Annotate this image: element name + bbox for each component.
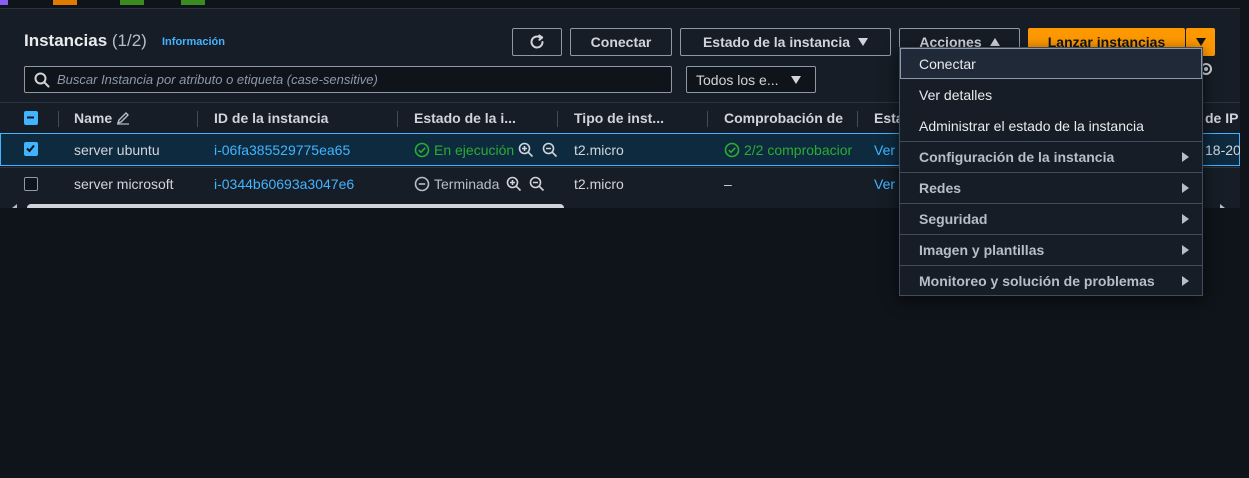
zoom-in-icon[interactable] [518,142,534,158]
state-filter-value: Todos los e... [696,71,779,88]
state-filter-select[interactable]: Todos los e... [686,66,816,93]
menu-item-label: Monitoreo y solución de problemas [919,273,1155,289]
refresh-icon [530,34,544,49]
service-shortcut-icon[interactable] [53,0,77,5]
column-divider [857,111,858,127]
ip-value: 18-20 [1205,141,1241,158]
connect-button[interactable]: Conectar [570,28,672,56]
caret-down-icon [790,75,801,84]
instance-name: server microsoft [74,175,174,192]
zoom-out-icon[interactable] [529,176,545,192]
instance-state-button[interactable]: Estado de la instancia [680,28,891,56]
column-header-ip[interactable]: de IP [1205,103,1238,133]
instance-state-label: Estado de la instancia [702,34,851,50]
page-title: Instancias (1/2) [24,31,147,51]
chevron-right-icon [1182,152,1189,162]
menu-item-manage-state[interactable]: Administrar el estado de la instancia [900,110,1202,141]
column-divider [58,111,59,127]
column-divider [197,111,198,127]
minus-circle-icon [414,176,430,191]
right-gutter [1240,8,1249,478]
row-checkbox[interactable] [24,142,38,156]
menu-item-monitoring[interactable]: Monitoreo y solución de problemas [900,265,1202,296]
search-icon [34,72,50,88]
caret-down-icon [858,38,869,46]
column-divider [707,111,708,127]
instance-state: Terminada [414,168,499,199]
instance-name: server ubuntu [74,141,160,158]
menu-item-image-templates[interactable]: Imagen y plantillas [900,234,1202,265]
checkmark-icon [26,144,35,153]
check-circle-icon [414,142,430,157]
column-header-instance-id[interactable]: ID de la instancia [214,103,328,133]
status-check: – [724,175,732,192]
column-divider [397,111,398,127]
menu-item-label: Imagen y plantillas [919,242,1045,258]
search-input[interactable] [57,67,657,92]
chevron-right-icon [1182,183,1189,193]
instance-state-text: Terminada [434,175,500,192]
column-header-state[interactable]: Estado de la i... [414,103,516,133]
chevron-right-icon [1182,245,1189,255]
menu-item-connect[interactable]: Conectar [900,48,1202,79]
menu-item-label: Configuración de la instancia [919,149,1115,165]
selection-count: (1/2) [111,31,147,50]
page-title-text: Instancias [24,31,108,50]
select-all-checkbox[interactable] [24,111,38,125]
instance-state-text: En ejecución [434,141,515,158]
menu-item-label: Redes [919,180,962,196]
status-check: 2/2 comprobacior [724,134,858,165]
menu-item-label: Seguridad [919,211,988,227]
column-divider [557,111,558,127]
status-check-text: 2/2 comprobacior [744,141,853,158]
actions-menu: Conectar Ver detalles Administrar el est… [899,47,1203,296]
refresh-button[interactable] [512,28,562,56]
check-circle-icon [724,142,740,157]
service-shortcut-icon[interactable] [0,0,8,5]
service-shortcut-icon[interactable] [181,0,205,5]
instance-id-link[interactable]: i-0344b60693a3047e6 [214,168,354,199]
chevron-right-icon [1182,214,1189,224]
alarm-link[interactable]: Ver [874,134,895,165]
column-header-name[interactable]: Name [74,103,130,133]
row-checkbox[interactable] [24,177,38,191]
caret-down-icon [1195,38,1206,46]
instance-id-link[interactable]: i-06fa385529775ea65 [214,134,350,165]
service-shortcut-icon[interactable] [120,0,144,5]
zoom-out-icon[interactable] [542,142,558,158]
caret-up-icon [989,38,1000,46]
menu-item-security[interactable]: Seguridad [900,203,1202,234]
menu-item-instance-settings[interactable]: Configuración de la instancia [900,141,1202,172]
menu-item-view-details[interactable]: Ver detalles [900,79,1202,110]
instance-type: t2.micro [574,175,624,192]
alarm-link[interactable]: Ver [874,168,895,199]
pencil-icon [117,112,130,125]
zoom-in-icon[interactable] [506,176,522,192]
top-strip [0,0,1249,8]
instance-state: En ejecución [414,134,514,165]
column-header-type[interactable]: Tipo de inst... [574,103,664,133]
indeterminate-icon [27,116,34,119]
info-link[interactable]: Información [162,36,225,48]
column-header-name-label: Name [74,110,113,126]
instance-type: t2.micro [574,141,624,158]
search-box [24,66,672,93]
chevron-right-icon [1182,276,1189,286]
column-header-status-check[interactable]: Comprobación de [724,103,843,133]
menu-item-networking[interactable]: Redes [900,172,1202,203]
